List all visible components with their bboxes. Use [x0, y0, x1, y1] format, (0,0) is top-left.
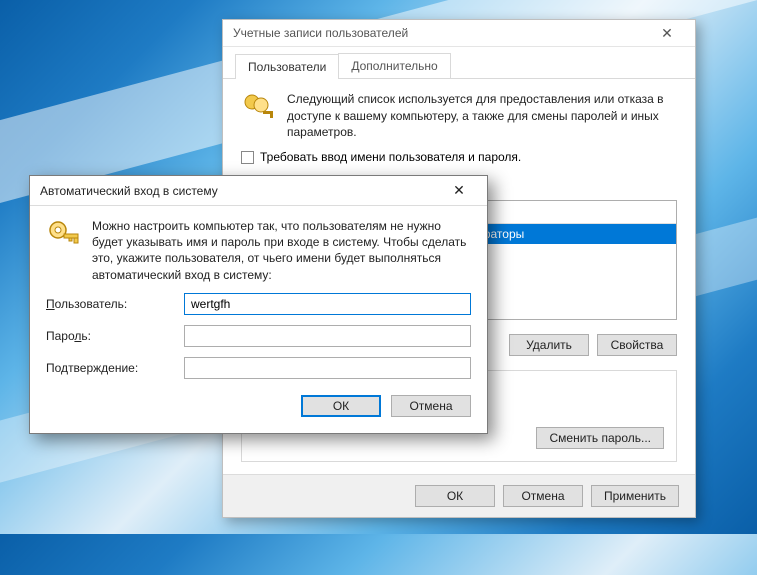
key-icon: [46, 218, 80, 255]
tab-users[interactable]: Пользователи: [235, 54, 339, 79]
delete-button[interactable]: Удалить: [509, 334, 589, 356]
users-keys-icon: [241, 91, 275, 128]
window-title-front: Автоматический вход в систему: [40, 184, 439, 198]
tabstrip: Пользователи Дополнительно: [223, 47, 695, 79]
ok-button[interactable]: ОК: [301, 395, 381, 417]
tab-advanced[interactable]: Дополнительно: [338, 53, 450, 78]
confirm-input[interactable]: [184, 357, 471, 379]
apply-button[interactable]: Применить: [591, 485, 679, 507]
close-icon-front[interactable]: ✕: [439, 179, 479, 203]
properties-button[interactable]: Свойства: [597, 334, 677, 356]
confirm-label: Подтверждение:: [46, 361, 176, 375]
dialog-footer: ОК Отмена Применить: [223, 474, 695, 517]
change-password-button[interactable]: Сменить пароль...: [536, 427, 664, 449]
titlebar: Учетные записи пользователей ✕: [223, 20, 695, 47]
password-input[interactable]: [184, 325, 471, 347]
list-header-group[interactable]: [459, 201, 676, 223]
intro-text: Следующий список используется для предос…: [287, 91, 677, 140]
close-icon[interactable]: ✕: [647, 21, 687, 45]
require-login-label: Требовать ввод имени пользователя и паро…: [260, 150, 521, 164]
titlebar-front: Автоматический вход в систему ✕: [30, 176, 487, 206]
cancel-button[interactable]: Отмена: [391, 395, 471, 417]
autologon-dialog: Автоматический вход в систему ✕ Можно на…: [29, 175, 488, 434]
cancel-button-back[interactable]: Отмена: [503, 485, 583, 507]
front-intro-text: Можно настроить компьютер так, что польз…: [92, 218, 471, 283]
password-label: Пароль:: [46, 329, 176, 343]
require-login-checkbox[interactable]: [241, 151, 254, 164]
ok-button-back[interactable]: ОК: [415, 485, 495, 507]
username-input[interactable]: [184, 293, 471, 315]
username-label: Пользователь:: [46, 297, 176, 311]
window-title: Учетные записи пользователей: [233, 26, 647, 40]
